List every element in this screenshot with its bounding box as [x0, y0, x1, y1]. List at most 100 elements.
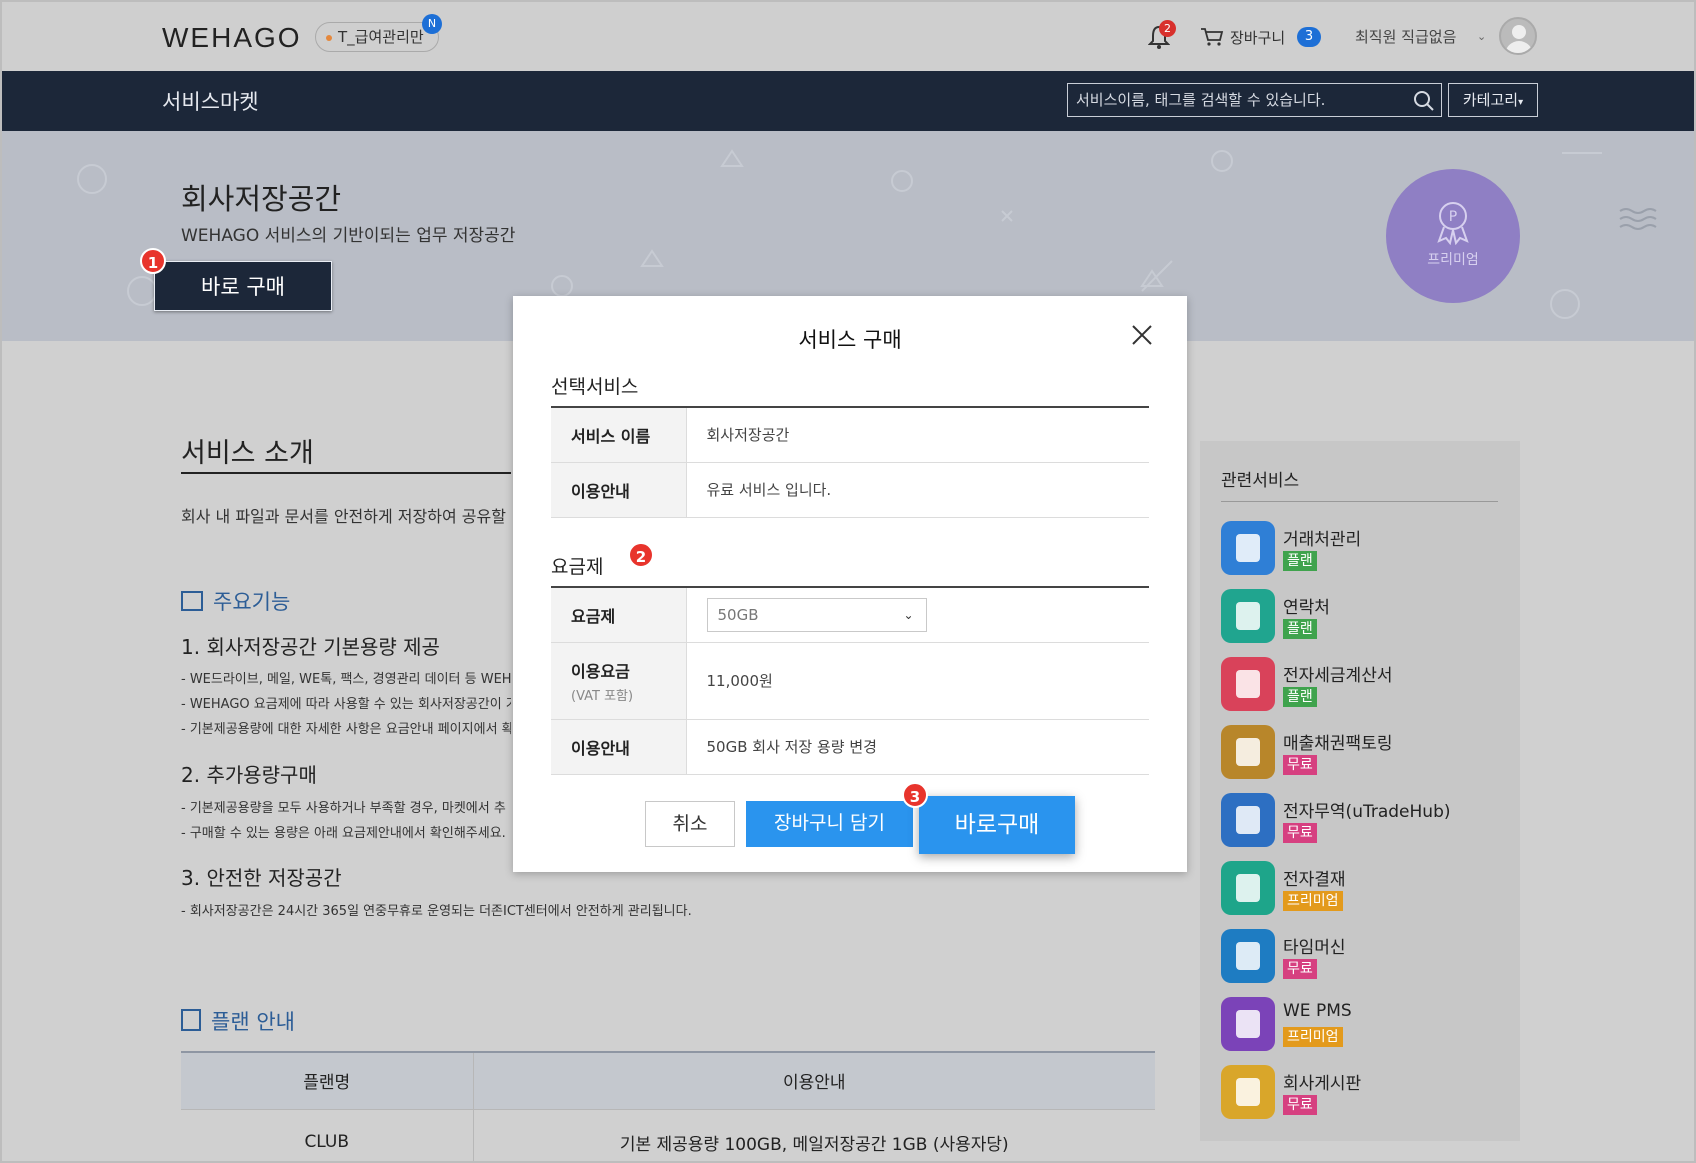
- table-row: 이용안내 50GB 회사 저장 용량 변경: [551, 719, 1149, 774]
- usage-value: 유료 서비스 입니다.: [706, 481, 832, 499]
- fee-value: 11,000원: [706, 672, 773, 690]
- plan-usage-label: 이용안내: [551, 719, 687, 774]
- related-service-item[interactable]: 전자결재 프리미엄: [1221, 861, 1511, 917]
- app-window: WEHAGO T_급여관리만 N 2 장바구니 3 최직원 직급없음 ⌄ 서비스…: [0, 0, 1696, 1163]
- svg-text:P: P: [1449, 209, 1457, 225]
- document-icon: [181, 1009, 201, 1031]
- service-glyph-icon: [1236, 534, 1260, 562]
- usage-label: 이용안내: [551, 462, 687, 517]
- cart-count-badge: 3: [1297, 27, 1321, 47]
- service-glyph-icon: [1236, 874, 1260, 902]
- service-glyph-icon: [1236, 1078, 1260, 1106]
- service-glyph-icon: [1236, 942, 1260, 970]
- chevron-down-icon: ⌄: [903, 607, 914, 622]
- related-services: 관련서비스 거래처관리 플랜 연락처 플랜 전자세금계산서 플랜 매출채권팩토링 무료 전자무역…: [1200, 441, 1520, 1141]
- related-service-name: 거래처관리: [1283, 530, 1362, 550]
- plan-select[interactable]: 50GB ⌄: [706, 597, 927, 632]
- related-service-item[interactable]: 타임머신 무료: [1221, 929, 1511, 985]
- related-service-name: 회사게시판: [1283, 1074, 1362, 1094]
- section-divider: [181, 472, 511, 474]
- close-icon[interactable]: [1131, 324, 1153, 346]
- feature-title: 2. 추가용량구매: [181, 763, 317, 787]
- fee-label: 이용요금: [571, 661, 630, 681]
- plan-heading-label: 플랜 안내: [211, 1010, 295, 1034]
- related-service-item[interactable]: 전자무역(uTradeHub) 무료: [1221, 793, 1511, 849]
- related-service-name: 연락처: [1283, 598, 1330, 618]
- plan-type-badge: 무료: [1283, 1095, 1317, 1115]
- cancel-button[interactable]: 취소: [645, 801, 735, 847]
- step-marker-3: 3: [902, 782, 928, 808]
- related-service-item[interactable]: 회사게시판 무료: [1221, 1065, 1511, 1121]
- plan-type-badge: 플랜: [1283, 687, 1317, 707]
- plan-name: CLUB: [181, 1108, 474, 1161]
- page-title[interactable]: 서비스마켓: [162, 86, 259, 116]
- column-header: 플랜명: [181, 1051, 474, 1109]
- related-service-item[interactable]: 전자세금계산서 플랜: [1221, 657, 1511, 713]
- company-name: T_급여관리만: [338, 28, 424, 46]
- section-title: 서비스 소개: [181, 438, 314, 469]
- buy-now-modal-button[interactable]: 바로구매: [919, 796, 1075, 854]
- plan-cell: 50GB ⌄: [686, 587, 1149, 642]
- feature-line: - 기본제공용량을 모두 사용하거나 부족할 경우, 마켓에서 추: [181, 801, 506, 816]
- service-title: 회사저장공간: [181, 182, 342, 216]
- category-dropdown[interactable]: 카테고리▾: [1448, 83, 1538, 117]
- features-heading: 주요기능: [181, 586, 290, 616]
- search-input[interactable]: [1076, 84, 1396, 116]
- service-glyph-icon: [1236, 1010, 1260, 1038]
- plan-type-badge: 프리미엄: [1283, 891, 1343, 911]
- add-to-cart-button[interactable]: 장바구니 담기: [746, 801, 913, 847]
- step-marker-1: 1: [140, 248, 166, 274]
- related-service-name: 전자무역(uTradeHub): [1283, 802, 1451, 822]
- service-app-icon: [1221, 861, 1275, 915]
- top-header: WEHAGO T_급여관리만 N 2 장바구니 3 최직원 직급없음 ⌄: [2, 2, 1694, 71]
- fee-sublabel: (VAT 포함): [571, 688, 634, 704]
- plan-type-badge: 무료: [1283, 959, 1317, 979]
- related-service-name: 매출채권팩토링: [1283, 734, 1393, 754]
- related-service-item[interactable]: 거래처관리 플랜: [1221, 521, 1511, 577]
- related-service-item[interactable]: 매출채권팩토링 무료: [1221, 725, 1511, 781]
- related-service-name: 전자결재: [1283, 870, 1346, 890]
- related-title: 관련서비스: [1221, 471, 1300, 491]
- related-service-item[interactable]: 연락처 플랜: [1221, 589, 1511, 645]
- cart-icon[interactable]: [1200, 27, 1224, 47]
- plan-label: 요금제: [551, 587, 687, 642]
- related-divider: [1221, 501, 1498, 502]
- feature-line: - WE드라이브, 메일, WE톡, 팩스, 경영관리 데이터 등 WEHA: [181, 672, 511, 687]
- service-name-value: 회사저장공간: [706, 426, 790, 445]
- column-header: 이용안내: [473, 1051, 1155, 1109]
- premium-label: 프리미엄: [1427, 252, 1479, 268]
- cart-link[interactable]: 장바구니: [1230, 27, 1285, 48]
- selected-service-heading: 선택서비스: [551, 376, 639, 398]
- service-app-icon: [1221, 725, 1275, 779]
- selected-service-table: 서비스 이름 회사저장공간 이용안내 유료 서비스 입니다.: [551, 406, 1149, 518]
- feature-title: 3. 안전한 저장공간: [181, 866, 342, 890]
- buy-now-button[interactable]: 바로 구매: [154, 261, 332, 311]
- logo-text: WEHAGO: [162, 22, 302, 53]
- features-heading-label: 주요기능: [213, 590, 291, 614]
- fee-label-cell: 이용요금 (VAT 포함): [551, 642, 687, 719]
- service-app-icon: [1221, 657, 1275, 711]
- company-selector[interactable]: T_급여관리만: [315, 22, 439, 52]
- search-box: [1067, 83, 1442, 117]
- related-service-name: 타임머신: [1283, 938, 1346, 958]
- table-row: CLUB 기본 제공용량 100GB, 메일저장공간 1GB (사용자당): [181, 1108, 1155, 1161]
- related-service-name: 전자세금계산서: [1283, 666, 1393, 686]
- service-glyph-icon: [1236, 670, 1260, 698]
- service-glyph-icon: [1236, 806, 1260, 834]
- feature-line: - 기본제공용량에 대한 자세한 사항은 요금안내 페이지에서 확: [181, 722, 511, 737]
- section-description: 회사 내 파일과 문서를 안전하게 저장하여 공유할 수: [181, 507, 511, 526]
- user-name[interactable]: 최직원 직급없음: [1355, 26, 1456, 47]
- search-icon[interactable]: [1413, 90, 1435, 112]
- service-glyph-icon: [1236, 738, 1260, 766]
- plan-table: 플랜명 이용안내 CLUB 기본 제공용량 100GB, 메일저장공간 1GB …: [181, 1051, 1155, 1161]
- plan-section-heading: 요금제: [551, 556, 604, 578]
- related-service-item[interactable]: WE PMS 프리미엄: [1221, 997, 1511, 1053]
- step-marker-2: 2: [628, 542, 654, 568]
- wehago-logo[interactable]: WEHAGO: [162, 22, 302, 54]
- plan-type-badge: 무료: [1283, 823, 1317, 843]
- plan-selection-table: 요금제 50GB ⌄ 이용요금 (VAT 포함) 11,000원 이용안내 50GB…: [551, 586, 1149, 775]
- feature-line: - 구매할 수 있는 용량은 아래 요금제안내에서 확인해주세요.: [181, 826, 506, 841]
- chevron-down-icon[interactable]: ⌄: [1477, 30, 1486, 43]
- avatar[interactable]: [1499, 17, 1537, 55]
- service-app-icon: [1221, 997, 1275, 1051]
